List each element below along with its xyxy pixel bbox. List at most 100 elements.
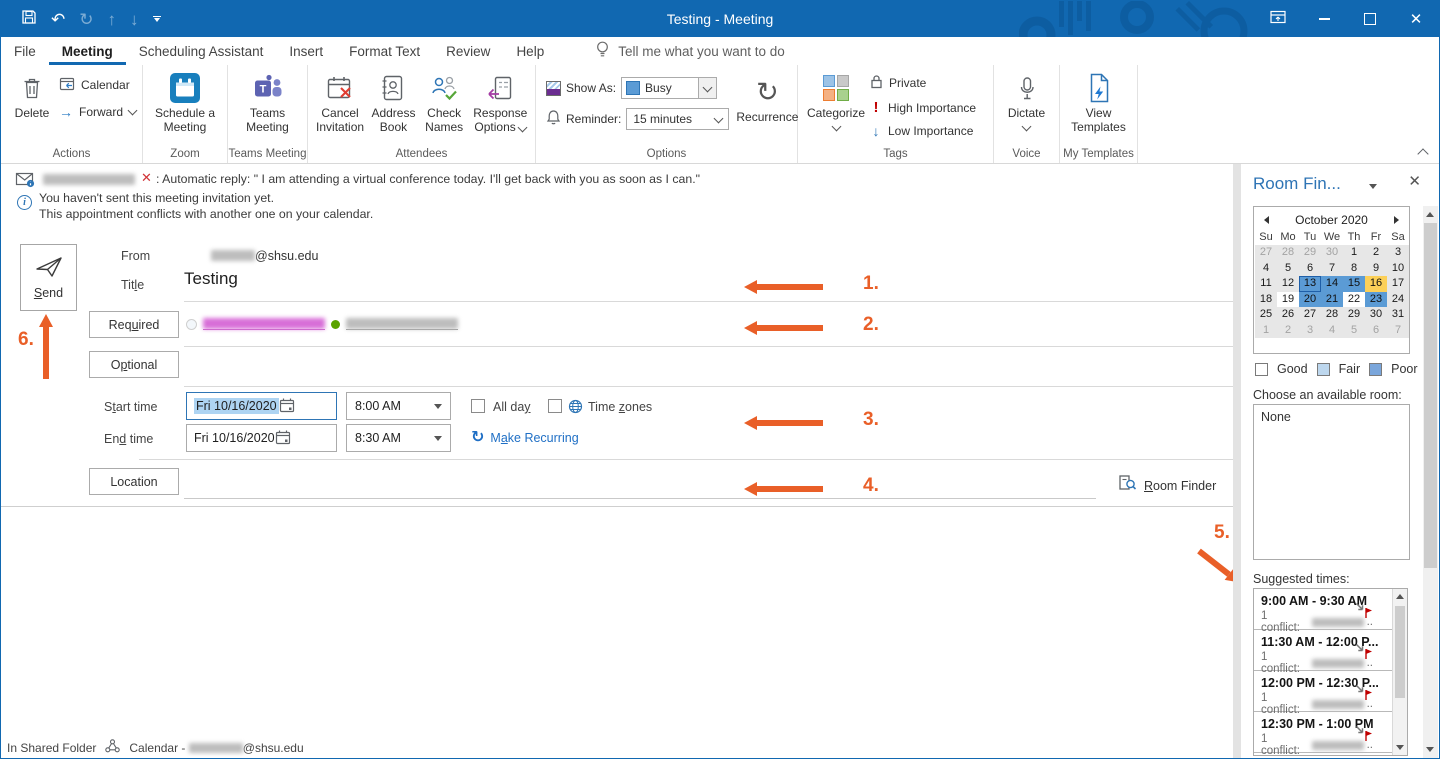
view-templates-button[interactable]: View Templates xyxy=(1064,68,1133,134)
tab-help[interactable]: Help xyxy=(503,37,557,65)
time-zones-checkbox[interactable] xyxy=(548,399,562,413)
calendar-day[interactable]: 30 xyxy=(1321,245,1343,261)
delete-button[interactable]: Delete xyxy=(5,68,59,120)
remove-x-icon[interactable]: ✕ xyxy=(141,170,152,186)
calendar-day[interactable]: 27 xyxy=(1255,245,1277,261)
calendar-day[interactable]: 18 xyxy=(1255,292,1277,308)
maximize-button[interactable] xyxy=(1347,1,1393,37)
calendar-day[interactable]: 12 xyxy=(1277,276,1299,292)
calendar-day[interactable]: 13 xyxy=(1299,276,1321,292)
calendar-day[interactable]: 8 xyxy=(1343,261,1365,277)
location-input-underline[interactable] xyxy=(184,498,1096,499)
calendar-day[interactable]: 3 xyxy=(1299,323,1321,339)
next-month-icon[interactable] xyxy=(1394,216,1399,224)
calendar-day[interactable]: 29 xyxy=(1343,307,1365,323)
tab-format-text[interactable]: Format Text xyxy=(336,37,433,65)
calendar-day[interactable]: 1 xyxy=(1343,245,1365,261)
panel-divider[interactable] xyxy=(1233,164,1241,759)
calendar-day[interactable]: 16 xyxy=(1365,276,1387,292)
prev-month-icon[interactable] xyxy=(1264,216,1269,224)
high-importance-button[interactable]: ! High Importance xyxy=(870,99,976,116)
required-attendees[interactable] xyxy=(186,318,458,330)
send-button[interactable]: Send xyxy=(20,244,77,311)
calendar-day[interactable]: 19 xyxy=(1277,292,1299,308)
calendar-day[interactable]: 6 xyxy=(1299,261,1321,277)
teams-meeting-button[interactable]: T Teams Meeting xyxy=(234,68,302,134)
suggestion-item[interactable]: 9:00 AM - 9:30 AM1 conflict:.. xyxy=(1254,589,1407,630)
room-finder-link[interactable]: Room Finder xyxy=(1118,474,1216,497)
panel-scrollbar[interactable] xyxy=(1423,206,1438,758)
tab-meeting[interactable]: Meeting xyxy=(49,37,126,65)
scroll-down-icon[interactable] xyxy=(1426,747,1434,752)
suggestion-item[interactable]: 12:00 PM - 12:30 P...1 conflict:.. xyxy=(1254,671,1407,712)
tab-insert[interactable]: Insert xyxy=(276,37,336,65)
start-time-select[interactable]: 8:00 AM xyxy=(346,392,451,420)
calendar-day[interactable]: 14 xyxy=(1321,276,1343,292)
tab-file[interactable]: File xyxy=(1,37,49,65)
calendar-day[interactable]: 21 xyxy=(1321,292,1343,308)
scrollbar-thumb[interactable] xyxy=(1395,606,1405,698)
suggestion-item[interactable]: 11:30 AM - 12:00 P...1 conflict:.. xyxy=(1254,630,1407,671)
calendar-day[interactable]: 28 xyxy=(1277,245,1299,261)
calendar-day[interactable]: 7 xyxy=(1387,323,1409,339)
scroll-down-icon[interactable] xyxy=(1396,745,1404,750)
required-button[interactable]: Required xyxy=(89,311,179,338)
calendar-day[interactable]: 6 xyxy=(1365,323,1387,339)
datepicker-icon[interactable] xyxy=(279,397,295,416)
tell-me-box[interactable]: Tell me what you want to do xyxy=(595,37,785,65)
categorize-button[interactable]: Categorize xyxy=(802,68,870,130)
dropdown-arrow-icon[interactable] xyxy=(698,78,716,98)
ribbon-display-options-button[interactable] xyxy=(1255,1,1301,37)
response-options-button[interactable]: Response Options xyxy=(470,68,531,134)
start-date-input[interactable]: Fri 10/16/2020 xyxy=(186,392,337,420)
calendar-day[interactable]: 31 xyxy=(1387,307,1409,323)
minimize-button[interactable] xyxy=(1301,1,1347,37)
all-day-checkbox[interactable] xyxy=(471,399,485,413)
suggestion-item[interactable]: 12:30 PM - 1:00 PM1 conflict:.. xyxy=(1254,712,1407,753)
reminder-select[interactable]: 15 minutes xyxy=(626,108,729,130)
end-date-input[interactable]: Fri 10/16/2020 xyxy=(186,424,337,452)
recurrence-button[interactable]: ↻ Recurrence xyxy=(733,68,801,124)
calendar-day[interactable]: 25 xyxy=(1255,307,1277,323)
customize-qat-icon[interactable] xyxy=(153,16,161,23)
calendar-day[interactable]: 2 xyxy=(1365,245,1387,261)
end-time-select[interactable]: 8:30 AM xyxy=(346,424,451,452)
tab-scheduling-assistant[interactable]: Scheduling Assistant xyxy=(126,37,277,65)
calendar-day[interactable]: 9 xyxy=(1365,261,1387,277)
calendar-day[interactable]: 7 xyxy=(1321,261,1343,277)
calendar-day[interactable]: 15 xyxy=(1343,276,1365,292)
show-as-select[interactable]: Busy xyxy=(621,77,717,99)
available-rooms-list[interactable]: None xyxy=(1253,404,1410,560)
location-button[interactable]: Location xyxy=(89,468,179,495)
collapse-ribbon-icon[interactable] xyxy=(1417,148,1428,159)
suggestions-scrollbar[interactable] xyxy=(1392,589,1407,755)
calendar-day[interactable]: 17 xyxy=(1387,276,1409,292)
panel-close-icon[interactable]: ✕ xyxy=(1408,172,1421,190)
calendar-day[interactable]: 10 xyxy=(1387,261,1409,277)
room-option-none[interactable]: None xyxy=(1261,410,1291,424)
calendar-day[interactable]: 27 xyxy=(1299,307,1321,323)
calendar-day[interactable]: 22 xyxy=(1343,292,1365,308)
low-importance-button[interactable]: ↓ Low Importance xyxy=(870,123,976,139)
calendar-day[interactable]: 1 xyxy=(1255,323,1277,339)
schedule-a-meeting-button[interactable]: Schedule a Meeting xyxy=(149,68,221,134)
check-names-button[interactable]: Check Names xyxy=(419,68,470,134)
calendar-day[interactable]: 29 xyxy=(1299,245,1321,261)
cancel-invitation-button[interactable]: Cancel Invitation xyxy=(312,68,368,134)
datepicker-icon[interactable] xyxy=(275,429,291,448)
calendar-button[interactable]: Calendar xyxy=(59,76,136,94)
undo-icon[interactable]: ↶ xyxy=(51,11,65,28)
title-input[interactable]: Testing xyxy=(184,269,238,289)
calendar-day[interactable]: 11 xyxy=(1255,276,1277,292)
calendar-day[interactable]: 28 xyxy=(1321,307,1343,323)
calendar-day[interactable]: 23 xyxy=(1365,292,1387,308)
calendar-day[interactable]: 5 xyxy=(1277,261,1299,277)
address-book-button[interactable]: Address Book xyxy=(368,68,419,134)
save-icon[interactable] xyxy=(21,9,37,30)
calendar-day[interactable]: 3 xyxy=(1387,245,1409,261)
optional-button[interactable]: Optional xyxy=(89,351,179,378)
panel-dropdown-icon[interactable] xyxy=(1369,184,1377,189)
calendar-day[interactable]: 26 xyxy=(1277,307,1299,323)
private-button[interactable]: Private xyxy=(870,74,976,92)
calendar-day[interactable]: 2 xyxy=(1277,323,1299,339)
